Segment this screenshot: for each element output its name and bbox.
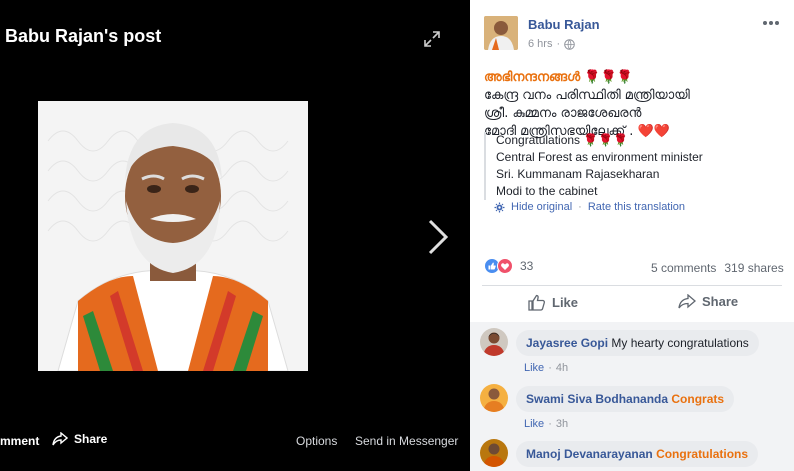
translation-line-4: Modi to the cabinet — [496, 184, 598, 198]
viewer-comment-button[interactable]: mment — [0, 434, 39, 448]
portrait-image — [38, 101, 308, 371]
post-original-text: അഭിനന്ദനങ്ങൾ 🌹🌹🌹 കേന്ദ്ര വനം പരിസ്ഥിതി മ… — [484, 69, 784, 141]
dot-separator: · — [556, 38, 561, 50]
separator-dot: · — [548, 362, 552, 374]
author-avatar[interactable] — [484, 16, 518, 50]
separator-dot: · — [578, 201, 582, 213]
comment-text: My hearty congratulations — [611, 336, 749, 350]
commenter-avatar[interactable] — [480, 328, 508, 356]
post-highlight-text: അഭിനന്ദനങ്ങൾ — [484, 70, 581, 85]
commenter-avatar[interactable] — [480, 439, 508, 467]
like-label: Like — [552, 295, 579, 310]
post-line-1: അഭിനന്ദനങ്ങൾ 🌹🌹🌹 — [484, 69, 784, 87]
commenter-name[interactable]: Manoj Devanarayanan — [526, 447, 653, 461]
rate-translation-link[interactable]: Rate this translation — [588, 201, 685, 213]
post-translation: Congratulations 🌹🌹🌹 Central Forest as en… — [484, 132, 784, 200]
share-icon — [678, 294, 696, 309]
comment-footer: Like · 4h — [524, 362, 568, 374]
reactions-summary[interactable]: 33 — [484, 258, 533, 274]
separator-dot: · — [548, 418, 552, 430]
post-meta: 6 hrs · — [528, 38, 575, 50]
commenter-name[interactable]: Swami Siva Bodhananda — [526, 392, 668, 406]
shares-count[interactable]: 319 shares — [724, 261, 783, 275]
send-in-messenger-button[interactable]: Send in Messenger — [355, 434, 458, 448]
photo-viewer: Babu Rajan's post mment Share Options Se… — [0, 0, 470, 471]
comment-text: Congratulations — [656, 447, 749, 461]
comments-count[interactable]: 5 comments — [651, 261, 716, 275]
commenter-avatar-image — [480, 439, 508, 467]
post-stats: 5 comments 319 shares — [651, 261, 784, 275]
post-author-name[interactable]: Babu Rajan — [528, 17, 600, 32]
post-line-2: കേന്ദ്ര വനം പരിസ്ഥിതി മന്ത്രിയായി — [484, 88, 690, 103]
post-time[interactable]: 6 hrs — [528, 38, 552, 50]
viewer-actions: mment Share Options Send in Messenger — [0, 432, 470, 452]
viewer-share-button[interactable]: Share — [52, 432, 107, 446]
avatar-image — [484, 16, 518, 50]
commenter-avatar-image — [480, 328, 508, 356]
comment-like-link[interactable]: Like — [524, 362, 544, 374]
comment-bubble: Jayasree Gopi My hearty congratulations — [516, 330, 759, 356]
commenter-name[interactable]: Jayasree Gopi — [526, 336, 608, 350]
share-icon — [52, 432, 68, 446]
comment-like-link[interactable]: Like — [524, 418, 544, 430]
more-options-icon[interactable] — [762, 18, 780, 28]
hide-original-link[interactable]: Hide original — [511, 201, 572, 213]
translation-line-2: Central Forest as environment minister — [496, 150, 703, 164]
comment-text: Congrats — [671, 392, 725, 406]
post-line-3: ശ്രീ. കുമ്മനം രാജശേഖരൻ — [484, 106, 642, 121]
translation-line-1-text: Congratulations — [496, 133, 581, 147]
comment-bubble: Manoj Devanarayanan Congratulations — [516, 441, 759, 467]
comment-footer: Like · 3h — [524, 418, 568, 430]
expand-icon[interactable] — [423, 30, 441, 48]
translation-footer: Hide original · Rate this translation — [494, 201, 685, 213]
comment-time[interactable]: 4h — [556, 362, 568, 374]
rose-emoji: 🌹🌹🌹 — [584, 70, 633, 85]
post-panel: Babu Rajan 6 hrs · അഭിനന്ദനങ്ങൾ 🌹🌹🌹 കേന്… — [470, 0, 794, 471]
comment-bubble: Swami Siva Bodhananda Congrats — [516, 386, 735, 412]
like-button[interactable]: Like — [528, 294, 578, 311]
divider — [482, 285, 782, 286]
share-label: Share — [702, 294, 739, 309]
post-photo[interactable] — [38, 101, 308, 371]
gear-icon[interactable] — [494, 202, 505, 213]
viewer-share-label: Share — [74, 432, 108, 446]
translation-line-3: Sri. Kummanam Rajasekharan — [496, 167, 660, 181]
commenter-avatar[interactable] — [480, 384, 508, 412]
comments-section: Jayasree Gopi My hearty congratulations … — [470, 322, 794, 471]
viewer-options-button[interactable]: Options — [296, 434, 337, 448]
globe-icon — [564, 38, 575, 50]
thumbs-up-icon — [528, 294, 545, 311]
rose-emoji: 🌹🌹🌹 — [583, 133, 629, 147]
like-love-reaction-icons — [484, 258, 513, 274]
commenter-avatar-image — [480, 384, 508, 412]
next-photo-arrow[interactable] — [425, 218, 451, 256]
comment-time[interactable]: 3h — [556, 418, 568, 430]
viewer-title: Babu Rajan's post — [5, 26, 162, 46]
reaction-count: 33 — [520, 259, 534, 273]
translation-line-1: Congratulations 🌹🌹🌹 — [496, 132, 784, 149]
share-button[interactable]: Share — [678, 294, 738, 309]
